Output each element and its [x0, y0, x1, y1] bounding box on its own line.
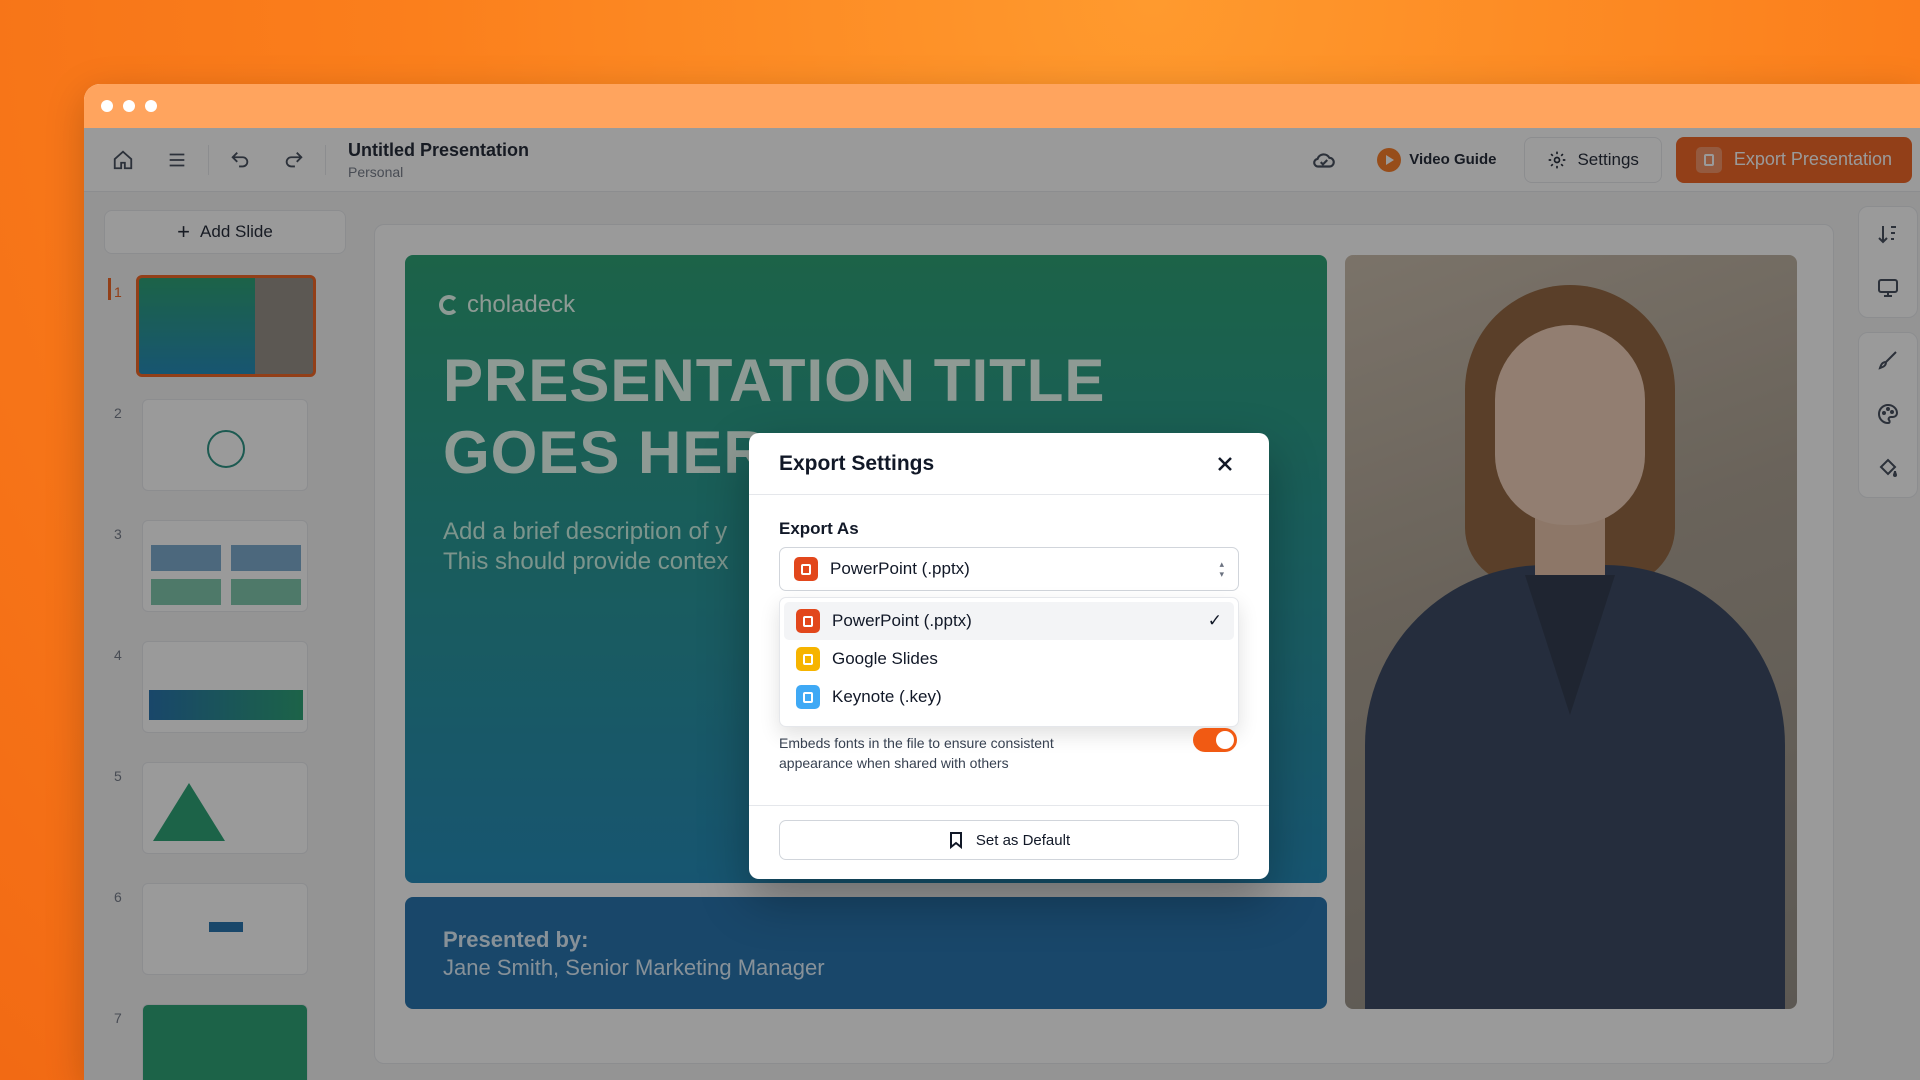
- option-label: Google Slides: [832, 649, 938, 668]
- check-icon: ✓: [1207, 611, 1222, 630]
- export-as-label: Export As: [779, 519, 859, 538]
- bookmark-icon: [949, 832, 962, 849]
- powerpoint-icon: [796, 609, 820, 633]
- export-format-select[interactable]: PowerPoint (.pptx) ▴ ▾: [779, 547, 1239, 591]
- dialog-footer: Set as Default: [749, 805, 1269, 879]
- window-dot[interactable]: [101, 100, 113, 112]
- format-option-google-slides[interactable]: Google Slides: [784, 640, 1234, 678]
- selected-format: PowerPoint (.pptx): [830, 559, 970, 578]
- close-icon: [1218, 456, 1232, 471]
- export-format-dropdown: PowerPoint (.pptx) ✓ Google Slides Keyno…: [779, 597, 1239, 727]
- format-option-powerpoint[interactable]: PowerPoint (.pptx) ✓: [784, 602, 1234, 640]
- export-settings-dialog: Export Settings Export As PowerPoint (.p…: [749, 433, 1269, 879]
- set-as-default-label: Set as Default: [975, 831, 1071, 849]
- dialog-title: Export Settings: [779, 451, 935, 475]
- close-button[interactable]: [1211, 450, 1239, 478]
- google-slides-icon: [796, 647, 820, 671]
- embed-fonts-description: Embeds fonts in the file to ensure consi…: [779, 735, 1054, 771]
- keynote-icon: [796, 685, 820, 709]
- window-dot[interactable]: [123, 100, 135, 112]
- window-titlebar: [84, 84, 1920, 128]
- window-dot[interactable]: [145, 100, 157, 112]
- set-as-default-button[interactable]: Set as Default: [779, 820, 1239, 860]
- option-label: Keynote (.key): [832, 687, 942, 706]
- powerpoint-icon: [794, 557, 818, 581]
- format-option-keynote[interactable]: Keynote (.key): [784, 678, 1234, 716]
- dialog-header: Export Settings: [749, 433, 1269, 495]
- option-label: PowerPoint (.pptx): [832, 611, 972, 630]
- chevron-up-down-icon: ▴ ▾: [1219, 559, 1224, 579]
- embed-fonts-toggle[interactable]: [1193, 728, 1237, 752]
